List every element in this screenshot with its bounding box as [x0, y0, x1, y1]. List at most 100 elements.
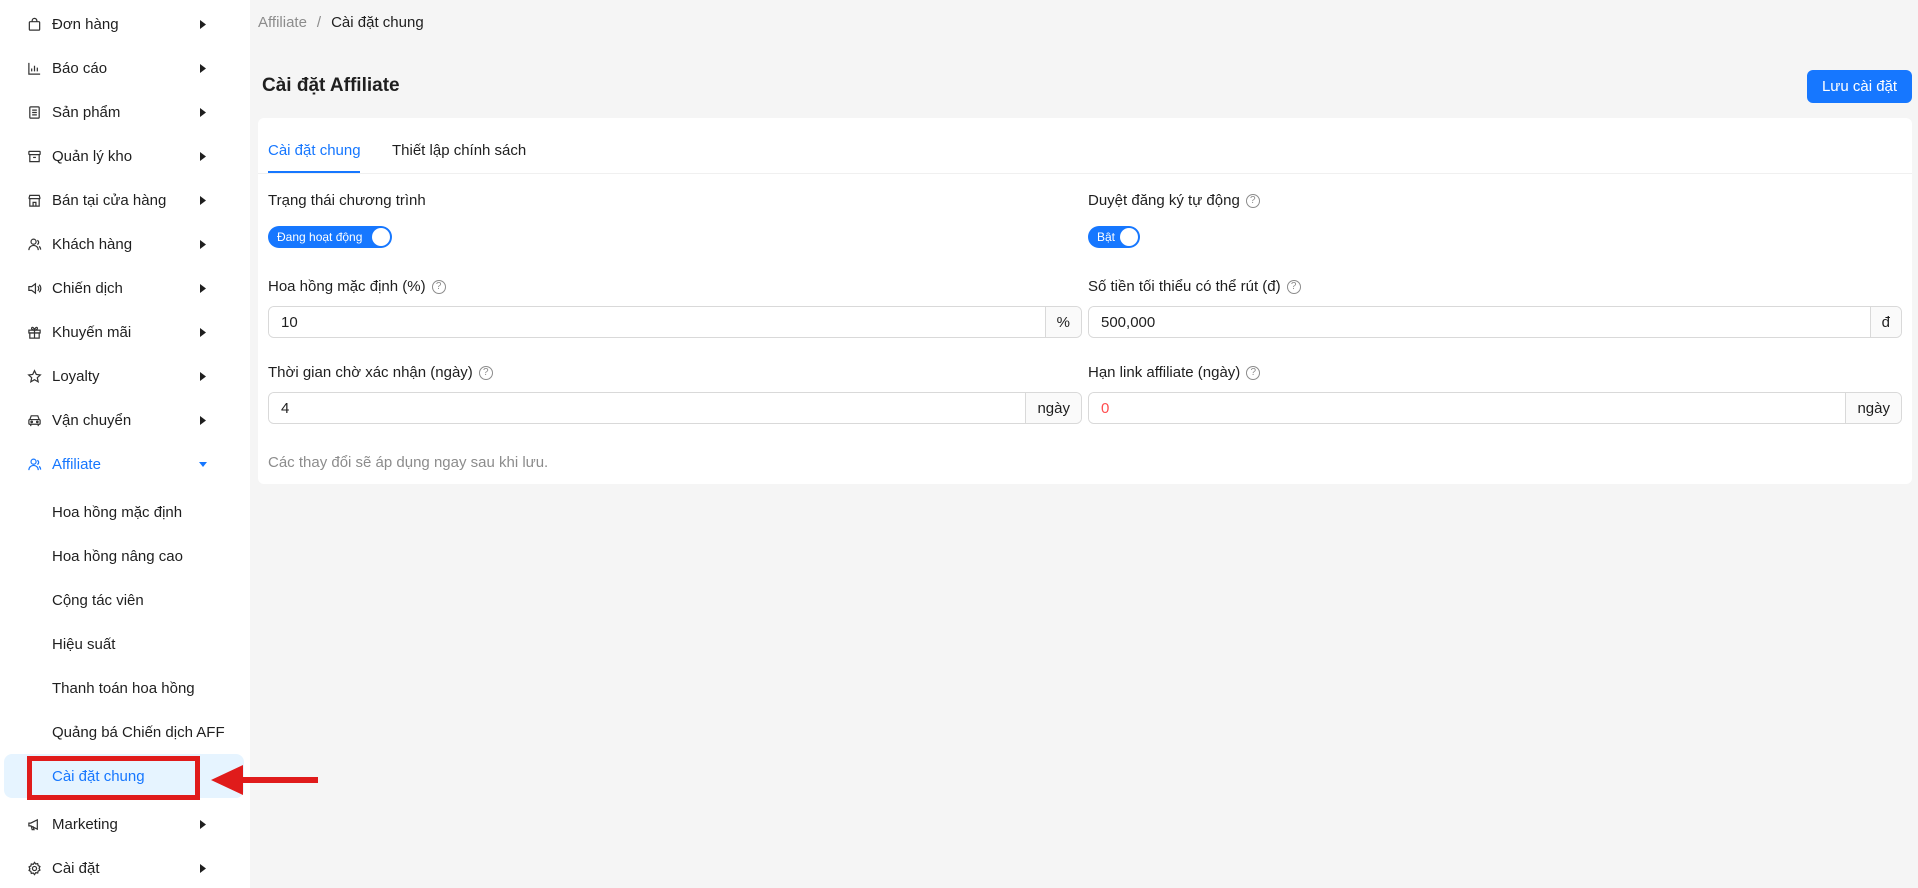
settings-card: Cài đặt chung Thiết lập chính sách Trạng… — [258, 118, 1912, 484]
sidebar-subitem-collaborators[interactable]: Cộng tác viên — [0, 578, 250, 622]
save-settings-button[interactable]: Lưu cài đặt — [1807, 70, 1912, 103]
sidebar-item-reports[interactable]: Báo cáo — [0, 46, 250, 90]
default-commission-field: % — [268, 306, 1082, 338]
question-circle-icon[interactable]: ? — [1246, 365, 1261, 380]
caret-right-icon — [200, 328, 206, 337]
auto-approve-label-text: Duyệt đăng ký tự động — [1088, 192, 1240, 209]
caret-right-icon — [200, 372, 206, 381]
sidebar-item-label: Báo cáo — [52, 59, 108, 77]
sidebar-item-customers[interactable]: Khách hàng — [0, 222, 250, 266]
question-circle-icon[interactable]: ? — [431, 279, 446, 294]
auto-approve-label: Duyệt đăng ký tự động ? — [1088, 192, 1260, 209]
sidebar-item-label: Khách hàng — [52, 235, 133, 253]
sidebar-item-orders[interactable]: Đơn hàng — [0, 2, 250, 46]
sidebar-item-label: Đơn hàng — [52, 15, 119, 33]
sidebar-item-products[interactable]: Sản phẩm — [0, 90, 250, 134]
caret-right-icon — [200, 108, 206, 117]
caret-right-icon — [200, 820, 206, 829]
sidebar-item-campaigns[interactable]: Chiến dịch — [0, 266, 250, 310]
sidebar-subitem-default-commission[interactable]: Hoa hồng mặc định — [0, 490, 250, 534]
caret-right-icon — [200, 152, 206, 161]
sidebar-subitem-performance[interactable]: Hiệu suất — [0, 622, 250, 666]
sidebar: Đơn hàng Báo cáo Sản phẩm Quản lý kho Bá… — [0, 0, 250, 888]
days-addon: ngày — [1025, 393, 1081, 423]
sidebar-item-label: Affiliate — [52, 455, 101, 473]
program-status-switch[interactable]: Đang hoạt động — [268, 226, 392, 248]
caret-right-icon — [200, 416, 206, 425]
min-withdraw-input[interactable] — [1089, 307, 1870, 337]
link-expiry-input[interactable] — [1089, 393, 1846, 423]
days-addon: ngày — [1845, 393, 1901, 423]
sidebar-subitem-label: Hiệu suất — [52, 635, 116, 653]
car-icon — [27, 413, 42, 428]
star-icon — [27, 369, 42, 384]
caret-right-icon — [200, 284, 206, 293]
sidebar-subitem-label: Thanh toán hoa hồng — [52, 679, 195, 697]
program-status-label: Trạng thái chương trình — [268, 192, 426, 209]
sidebar-item-marketing[interactable]: Marketing — [0, 802, 250, 846]
sidebar-subitem-advanced-commission[interactable]: Hoa hồng nâng cao — [0, 534, 250, 578]
breadcrumb-current: Cài đặt chung — [331, 14, 424, 31]
caret-down-icon — [199, 462, 207, 467]
link-expiry-field: ngày — [1088, 392, 1902, 424]
sidebar-subitem-aff-campaign-promo[interactable]: Quảng bá Chiến dịch AFF — [0, 710, 250, 754]
sidebar-item-shipping[interactable]: Vận chuyển — [0, 398, 250, 442]
sidebar-item-label: Quản lý kho — [52, 147, 133, 165]
sidebar-item-inventory[interactable]: Quản lý kho — [0, 134, 250, 178]
caret-right-icon — [200, 864, 206, 873]
program-status-switch-text: Đang hoạt động — [277, 230, 363, 244]
tab-policy-setup[interactable]: Thiết lập chính sách — [392, 142, 526, 159]
annotation-highlight-box — [27, 756, 200, 800]
sidebar-subitem-label: Quảng bá Chiến dịch AFF — [52, 723, 225, 741]
sidebar-subitem-commission-payment[interactable]: Thanh toán hoa hồng — [0, 666, 250, 710]
program-status-label-text: Trạng thái chương trình — [268, 192, 426, 209]
confirm-wait-input[interactable] — [269, 393, 1026, 423]
default-commission-label: Hoa hồng mặc định (%) ? — [268, 278, 446, 295]
caret-right-icon — [200, 64, 206, 73]
link-expiry-label: Hạn link affiliate (ngày) ? — [1088, 364, 1261, 381]
sidebar-item-label: Loyalty — [52, 367, 100, 385]
currency-addon: đ — [1869, 307, 1901, 337]
sidebar-item-label: Chiến dịch — [52, 279, 123, 297]
sidebar-item-label: Cài đặt — [52, 859, 100, 877]
confirm-wait-field: ngày — [268, 392, 1082, 424]
users-icon — [27, 237, 42, 252]
question-circle-icon[interactable]: ? — [1286, 279, 1301, 294]
sound-icon — [27, 281, 42, 296]
sidebar-item-promotions[interactable]: Khuyến mãi — [0, 310, 250, 354]
switch-knob — [1120, 228, 1138, 246]
breadcrumb-separator: / — [316, 14, 322, 31]
caret-right-icon — [200, 20, 206, 29]
breadcrumb: Affiliate / Cài đặt chung — [258, 14, 424, 31]
sidebar-item-affiliate[interactable]: Affiliate — [0, 442, 250, 486]
page-title: Cài đặt Affiliate — [262, 75, 400, 96]
breadcrumb-parent-link[interactable]: Affiliate — [258, 14, 307, 31]
min-withdraw-label-text: Số tiền tối thiểu có thể rút (đ) — [1088, 278, 1281, 295]
link-expiry-label-text: Hạn link affiliate (ngày) — [1088, 364, 1241, 381]
caret-right-icon — [200, 196, 206, 205]
gear-icon — [27, 861, 42, 876]
sidebar-item-label: Marketing — [52, 815, 118, 833]
archive-box-icon — [27, 149, 42, 164]
sidebar-subitem-label: Cộng tác viên — [52, 591, 144, 609]
tabs-bar: Cài đặt chung Thiết lập chính sách — [258, 118, 1912, 174]
percent-addon: % — [1044, 307, 1081, 337]
tab-general-settings[interactable]: Cài đặt chung — [268, 142, 361, 159]
bar-chart-icon — [27, 61, 42, 76]
default-commission-label-text: Hoa hồng mặc định (%) — [268, 278, 426, 295]
megaphone-icon — [27, 817, 42, 832]
question-circle-icon[interactable]: ? — [1245, 193, 1260, 208]
affiliate-users-icon — [27, 457, 42, 472]
caret-right-icon — [200, 240, 206, 249]
confirm-wait-label-text: Thời gian chờ xác nhận (ngày) — [268, 364, 473, 381]
default-commission-input[interactable] — [269, 307, 1045, 337]
question-circle-icon[interactable]: ? — [478, 365, 493, 380]
sidebar-item-settings[interactable]: Cài đặt — [0, 846, 250, 888]
auto-approve-switch[interactable]: Bật — [1088, 226, 1140, 248]
sidebar-item-pos[interactable]: Bán tại cửa hàng — [0, 178, 250, 222]
main-content: Affiliate / Cài đặt chung Cài đặt Affili… — [250, 0, 1918, 888]
auto-approve-switch-text: Bật — [1097, 230, 1116, 244]
sidebar-item-loyalty[interactable]: Loyalty — [0, 354, 250, 398]
settings-hint-text: Các thay đổi sẽ áp dụng ngay sau khi lưu… — [268, 454, 549, 471]
sidebar-item-label: Bán tại cửa hàng — [52, 191, 167, 209]
